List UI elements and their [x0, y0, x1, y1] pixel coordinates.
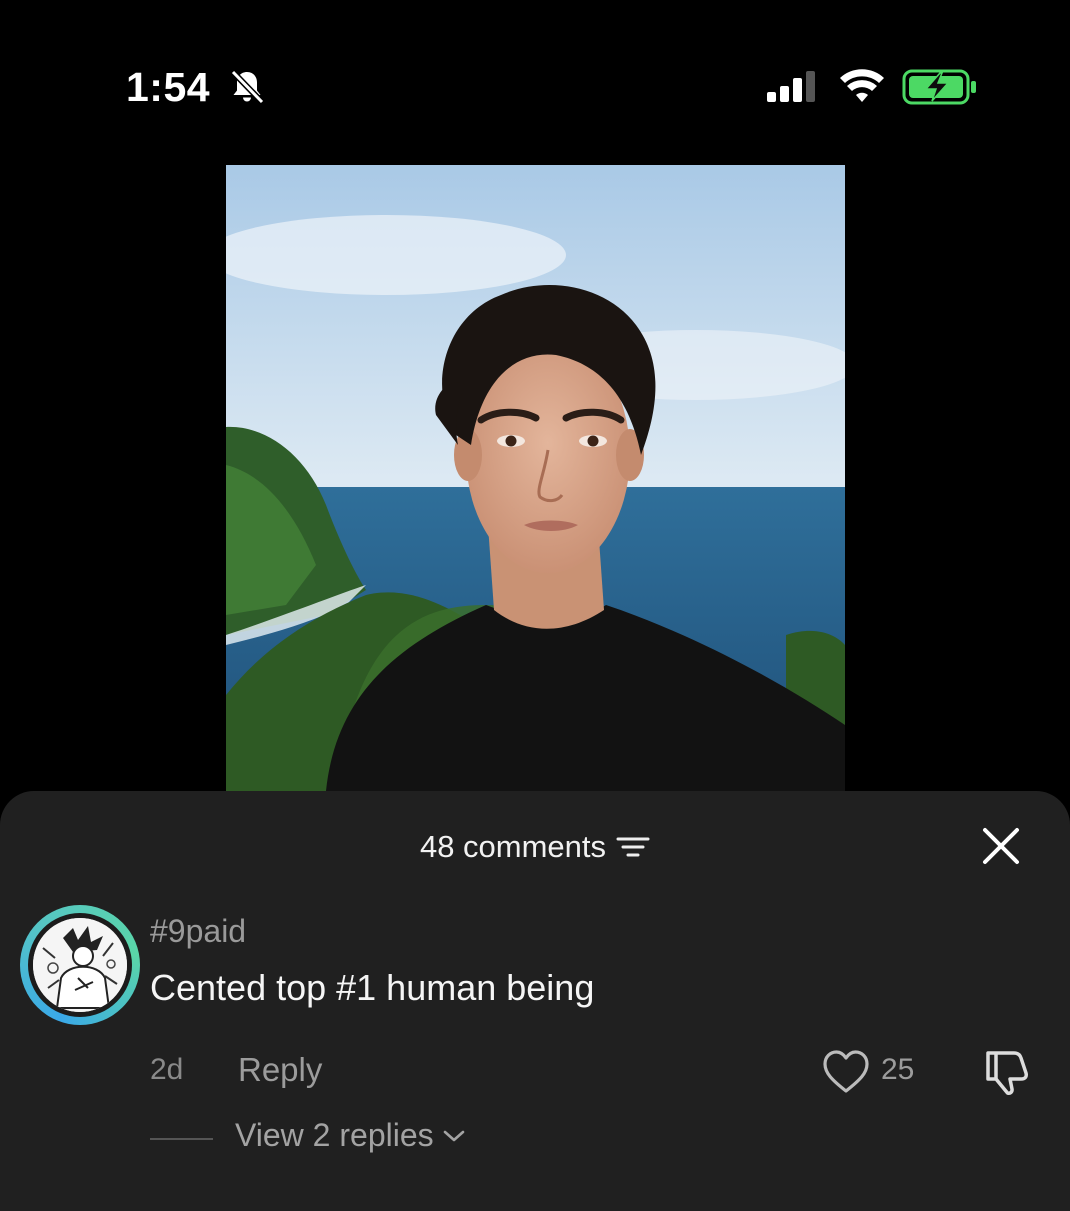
comment-item: #9paid Cented top #1 human being 2d Repl… — [0, 903, 1070, 1203]
comment-count-button[interactable]: 48 comments — [420, 829, 650, 865]
view-replies-label: View 2 replies — [235, 1117, 434, 1153]
chevron-down-icon — [443, 1130, 464, 1141]
status-time: 1:54 — [126, 64, 211, 110]
bell-slash-icon — [230, 69, 265, 105]
replies-divider — [150, 1138, 213, 1140]
avatar-image — [33, 918, 127, 1012]
signal-icon — [767, 71, 815, 102]
wifi-icon — [840, 69, 884, 102]
comment-text: Cented top #1 human being — [150, 967, 595, 1008]
sort-lines-icon[interactable] — [616, 834, 650, 860]
reply-button[interactable]: Reply — [238, 1051, 322, 1089]
heart-icon[interactable] — [822, 1049, 870, 1095]
close-icon[interactable] — [978, 823, 1024, 869]
comments-sheet: 48 comments #9paid Cented top #1 human b… — [0, 791, 1070, 1211]
like-count: 25 — [881, 1053, 915, 1086]
battery-charging-icon — [902, 69, 976, 105]
avatar[interactable] — [20, 905, 140, 1025]
comment-username[interactable]: #9paid — [150, 913, 246, 950]
post-photo — [226, 165, 845, 791]
comment-timestamp: 2d — [150, 1053, 184, 1086]
thumbs-down-icon[interactable] — [980, 1047, 1030, 1097]
view-replies-button[interactable]: View 2 replies — [235, 1117, 466, 1154]
comment-count-label: 48 comments — [419, 829, 607, 864]
portrait-photo — [226, 165, 845, 791]
status-bar: 1:54 — [0, 0, 1070, 160]
comments-header: 48 comments — [0, 819, 1070, 875]
